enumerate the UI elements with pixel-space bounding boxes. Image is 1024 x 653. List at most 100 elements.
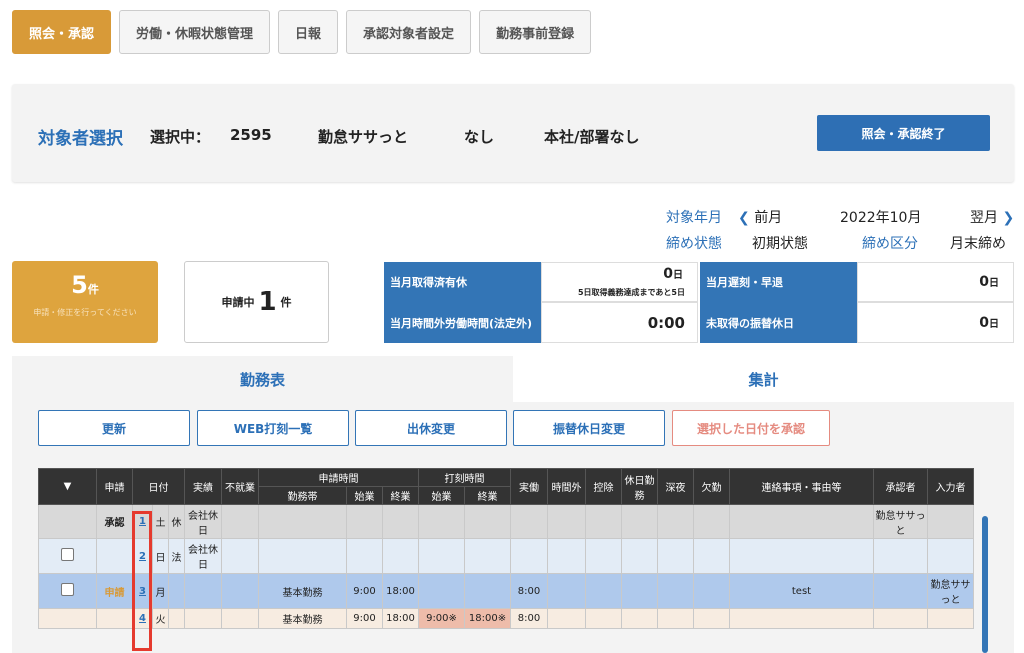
row-start bbox=[346, 504, 383, 539]
late-value: 0 bbox=[979, 274, 989, 290]
col-work: 実働 bbox=[510, 468, 548, 505]
substitute-holiday-button[interactable]: 振替休日変更 bbox=[513, 410, 665, 446]
close-state-label: 締め状態 bbox=[666, 236, 722, 252]
row-work: 8:00 bbox=[510, 573, 548, 609]
late-cell: 0日 bbox=[857, 262, 1014, 302]
row-dow: 日 bbox=[152, 538, 169, 574]
row-work bbox=[510, 538, 548, 574]
table-scrollbar[interactable] bbox=[982, 516, 988, 653]
selected-label: 選択中： bbox=[150, 128, 211, 146]
employee-flag: なし bbox=[464, 128, 495, 146]
late-label: 当月遅刻・早退 bbox=[700, 262, 857, 302]
tab-daily-report[interactable]: 日報 bbox=[278, 10, 339, 54]
col-punch-start: 始業 bbox=[418, 486, 465, 505]
row-dow: 土 bbox=[152, 504, 169, 539]
col-end: 終業 bbox=[382, 486, 419, 505]
row-end: 18:00 bbox=[382, 573, 419, 609]
row-start: 9:00 bbox=[346, 573, 383, 609]
row-punch-start bbox=[418, 504, 465, 539]
prev-month-link[interactable]: ❮ 前月 bbox=[738, 207, 782, 227]
end-approval-button[interactable]: 照会・承認終了 bbox=[817, 115, 990, 151]
col-punch-time: 打刻時間 bbox=[418, 468, 511, 487]
row-inputter bbox=[927, 504, 974, 539]
pending-unit: 件 bbox=[280, 296, 292, 309]
tab-approval-target-settings[interactable]: 承認対象者設定 bbox=[346, 10, 472, 54]
row-status bbox=[96, 608, 133, 629]
close-kind-label: 締め区分 bbox=[862, 236, 918, 252]
select-all-header[interactable]: ▼ bbox=[38, 468, 97, 505]
row-start bbox=[346, 538, 383, 574]
row-checkbox[interactable] bbox=[61, 548, 74, 561]
row-dow: 火 bbox=[152, 608, 169, 629]
col-approver: 承認者 bbox=[873, 468, 928, 505]
overtime-label: 当月時間外労働時間(法定外) bbox=[384, 302, 541, 343]
row-note bbox=[729, 608, 874, 629]
row-shift: 基本勤務 bbox=[258, 573, 347, 609]
target-select-link[interactable]: 対象者選択 bbox=[38, 124, 123, 149]
row-status bbox=[96, 538, 133, 574]
overtime-cell: 0:00 bbox=[541, 302, 698, 343]
approve-selected-button[interactable]: 選択した日付を承認 bbox=[672, 410, 830, 446]
row-punch-end bbox=[464, 538, 511, 574]
tab-labor-leave-management[interactable]: 労働・休暇状態管理 bbox=[119, 10, 271, 54]
col-date: 日付 bbox=[132, 468, 185, 505]
year-month-label: 対象年月 bbox=[666, 210, 722, 226]
row-shift bbox=[258, 538, 347, 574]
correction-count: 5 bbox=[71, 271, 88, 299]
col-non-work: 不就業 bbox=[221, 468, 259, 505]
row-select-cell bbox=[38, 504, 97, 539]
col-absence: 欠勤 bbox=[693, 468, 730, 505]
col-overtime: 時間外 bbox=[547, 468, 586, 505]
row-dow: 月 bbox=[152, 573, 169, 609]
row-punch-end bbox=[464, 573, 511, 609]
close-kind-value: 月末締め bbox=[950, 236, 1006, 252]
row-kind bbox=[168, 573, 185, 609]
untaken-label: 未取得の振替休日 bbox=[700, 302, 857, 343]
tab-timesheet[interactable]: 勤務表 bbox=[12, 356, 513, 402]
tab-inquiry-approval[interactable]: 照会・承認 bbox=[12, 10, 112, 54]
row-punch-start: 9:00※ bbox=[418, 608, 465, 629]
row-punch-start bbox=[418, 573, 465, 609]
row-punch-end: 18:00※ bbox=[464, 608, 511, 629]
refresh-button[interactable]: 更新 bbox=[38, 410, 190, 446]
row-end bbox=[382, 538, 419, 574]
untaken-value: 0 bbox=[979, 315, 989, 331]
row-checkbox[interactable] bbox=[61, 583, 74, 596]
late-unit: 日 bbox=[989, 278, 999, 289]
employee-department: 本社/部署なし bbox=[544, 128, 640, 146]
next-month-link[interactable]: 翌月 ❯ bbox=[970, 207, 1014, 227]
row-approver bbox=[873, 538, 928, 574]
chevron-right-icon: ❯ bbox=[1002, 210, 1015, 226]
leave-taken-label: 当月取得済有休 bbox=[384, 262, 541, 302]
row-inputter bbox=[927, 538, 974, 574]
row-punch-start bbox=[418, 538, 465, 574]
table-row: 承認 1 土 休 会社休日 勤怠ササっと bbox=[38, 504, 974, 539]
tab-pre-registration[interactable]: 勤務事前登録 bbox=[479, 10, 592, 54]
col-application: 申請 bbox=[96, 468, 133, 505]
row-inputter bbox=[927, 608, 974, 629]
pending-label: 申請中 bbox=[221, 296, 255, 309]
row-shift: 基本勤務 bbox=[258, 608, 347, 629]
web-punch-list-button[interactable]: WEB打刻一覧 bbox=[197, 410, 349, 446]
row-work bbox=[510, 504, 548, 539]
row-actual: 会社休日 bbox=[184, 504, 222, 539]
leave-taken-note: 5日取得義務達成まであと5日 bbox=[577, 288, 685, 297]
tab-summary[interactable]: 集計 bbox=[513, 356, 1014, 402]
target-panel: 対象者選択 選択中： 2595 勤怠ササっと なし 本社/部署なし 照会・承認終… bbox=[12, 84, 1014, 182]
row-end bbox=[382, 504, 419, 539]
next-month-label: 翌月 bbox=[970, 210, 998, 226]
leave-taken-cell: 0日 5日取得義務達成まであと5日 bbox=[541, 262, 698, 302]
pending-box[interactable]: 申請中 1 件 bbox=[184, 261, 329, 343]
correction-count-box[interactable]: 5件 申請・修正を行ってください bbox=[12, 261, 158, 343]
row-end: 18:00 bbox=[382, 608, 419, 629]
top-nav: 照会・承認 労働・休暇状態管理 日報 承認対象者設定 勤務事前登録 bbox=[12, 10, 592, 54]
col-holiday-work: 休日勤務 bbox=[621, 468, 658, 505]
row-actual: 会社休日 bbox=[184, 538, 222, 574]
row-note bbox=[729, 538, 874, 574]
prev-month-label: 前月 bbox=[754, 210, 783, 226]
untaken-cell: 0日 bbox=[857, 302, 1014, 343]
attendance-change-button[interactable]: 出休変更 bbox=[355, 410, 507, 446]
row-actual bbox=[184, 573, 222, 609]
col-deduction: 控除 bbox=[585, 468, 622, 505]
row-actual bbox=[184, 608, 222, 629]
